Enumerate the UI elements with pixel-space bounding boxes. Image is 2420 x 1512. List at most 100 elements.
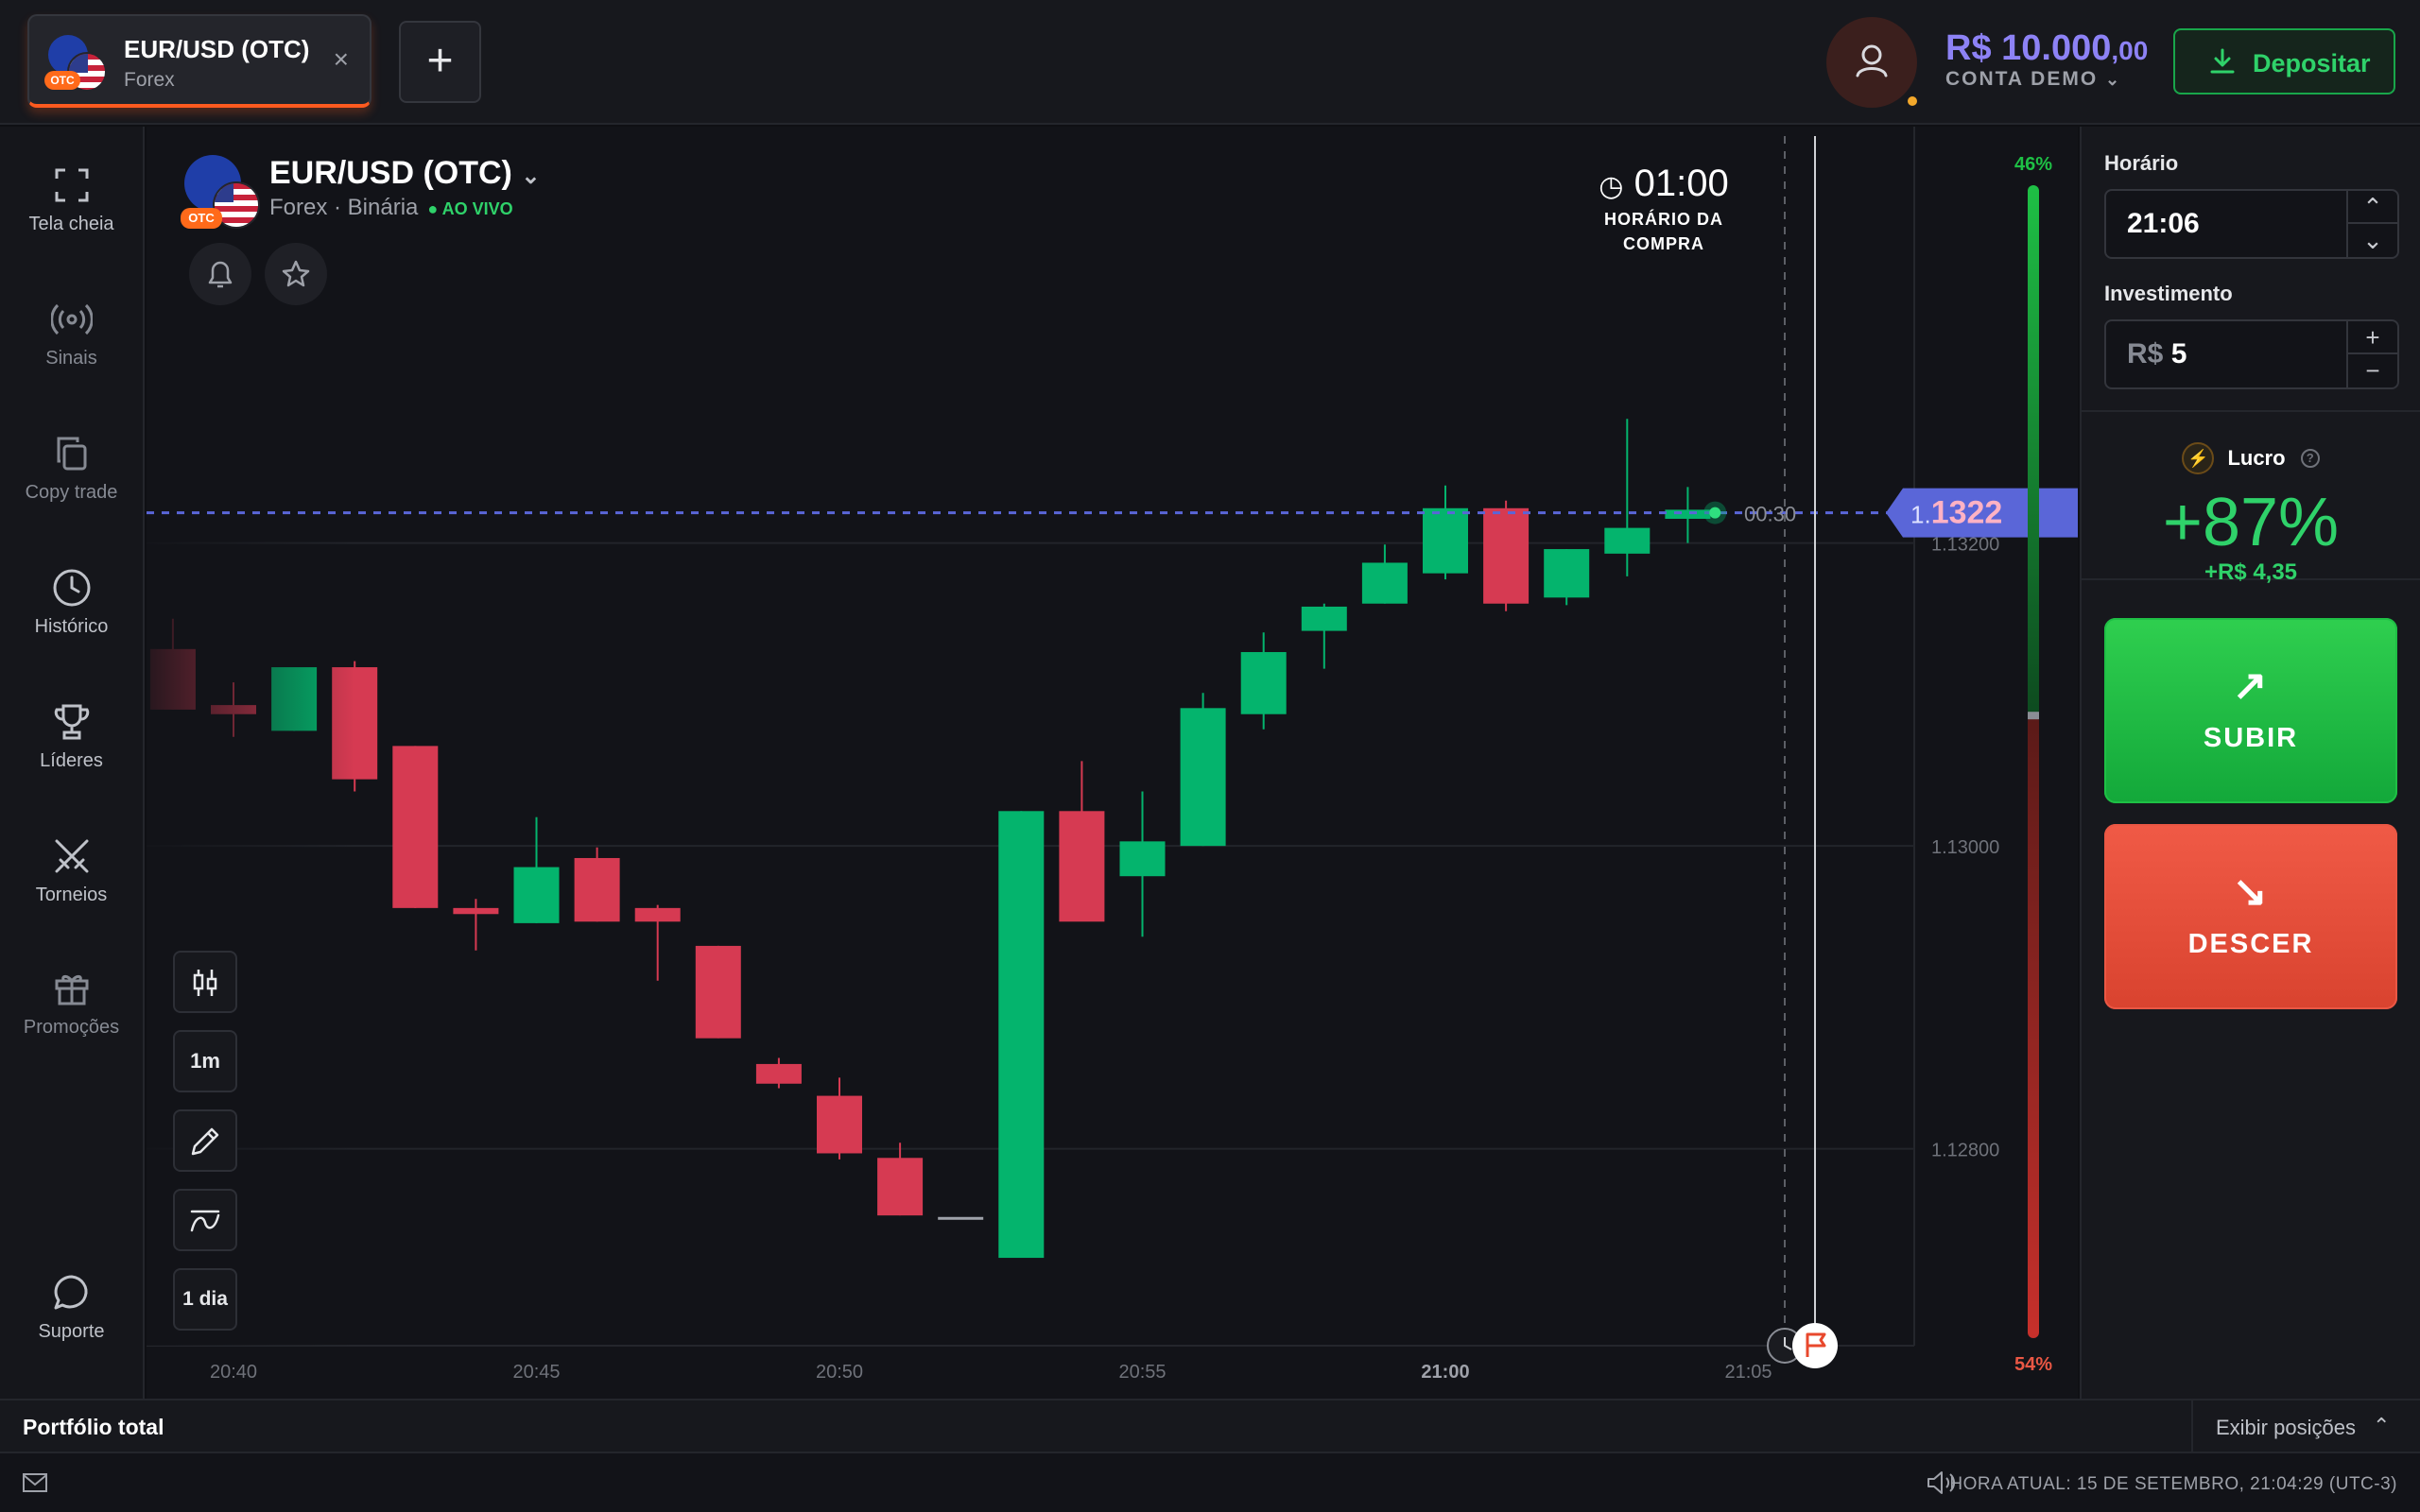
candle-body [1240, 652, 1287, 714]
current-price-label: 1.1322 [1910, 495, 2002, 531]
sidebar-item-fullscreen[interactable]: Tela cheia [0, 164, 143, 259]
currency-flags-icon: OTC [181, 155, 260, 231]
portfolio-title: Portfólio total [23, 1415, 164, 1439]
sidebar-item-promotions[interactable]: Promoções [0, 968, 143, 1062]
minus-icon[interactable]: − [2348, 354, 2397, 387]
candle-body [1423, 507, 1468, 574]
sidebar-item-leaders[interactable]: Líderes [0, 701, 143, 796]
sentiment-divider [2028, 712, 2039, 720]
sidebar-item-history[interactable]: Histórico [0, 567, 143, 662]
plus-icon[interactable]: + [2348, 321, 2397, 354]
purchase-time-value: 01:00 [1634, 163, 1729, 204]
candle-body [453, 907, 499, 915]
x-tick-label: 20:45 [512, 1362, 560, 1383]
investment-field[interactable]: R$ 5 + − [2104, 319, 2399, 389]
candle-body [998, 811, 1045, 1259]
sell-down-button[interactable]: ↘ DESCER [2104, 824, 2397, 1009]
balance-value: R$ 10.000 [1945, 28, 2112, 68]
profit-percentage: +87% [2162, 485, 2340, 560]
sidebar-item-tournaments[interactable]: Torneios [0, 835, 143, 930]
live-point [1709, 507, 1721, 519]
purchase-time-label: COMPRA [1623, 234, 1704, 253]
trade-panel: Horário 21:06 ⌃ ⌄ Investimento R$ 5 + − … [2080, 127, 2420, 1399]
timeframe-button[interactable]: 1m [173, 1030, 237, 1092]
time-field[interactable]: 21:06 ⌃ ⌄ [2104, 189, 2399, 259]
buy-up-button[interactable]: ↗ SUBIR [2104, 618, 2397, 803]
purchase-time-label: HORÁRIO DA [1604, 210, 1723, 229]
price-chart[interactable]: 1.13200 1.13000 1.12800 20:40 20:45 20:50 20:5… [147, 127, 2078, 1399]
drawing-tool-button[interactable] [173, 1109, 237, 1172]
profit-value: +R$ 4,35 [2204, 559, 2298, 585]
sidebar-item-label: Copy trade [25, 482, 118, 503]
candle-body [1119, 841, 1166, 877]
chart-market-type: Forex · Binária [269, 195, 419, 220]
candle-body [1665, 509, 1711, 519]
time-value: 21:06 [2127, 208, 2200, 239]
user-icon [1856, 44, 1888, 77]
y-tick-label: 1.12800 [1931, 1141, 1999, 1161]
portfolio-bar: Portfólio total Exibir posições ⌃ [0, 1399, 2420, 1453]
pencil-icon [191, 1127, 219, 1156]
help-icon[interactable]: ? [2300, 449, 2320, 468]
candle-body [877, 1158, 924, 1216]
chevron-down-icon: ⌄ [521, 163, 541, 189]
candle-body [1361, 562, 1408, 604]
candle-body [634, 907, 681, 922]
add-tab-button[interactable]: + [399, 21, 481, 103]
currency-flags-icon: OTC [44, 35, 107, 92]
mail-icon[interactable] [21, 1470, 49, 1495]
asset-tab[interactable]: OTC EUR/USD (OTC) Forex × [27, 14, 372, 108]
close-tab-icon[interactable]: × [334, 44, 349, 75]
investment-stepper: + − [2346, 321, 2397, 387]
otc-badge: OTC [44, 71, 80, 90]
trophy-icon [54, 704, 89, 740]
sidebar-item-support[interactable]: Suporte [0, 1272, 143, 1366]
candle-body [1544, 549, 1590, 598]
chart-asset-selector[interactable]: EUR/USD (OTC) ⌄ [269, 155, 540, 192]
balance[interactable]: R$ 10.000,00 [1945, 28, 2148, 69]
candle-body [755, 1063, 802, 1084]
candle-body [1180, 708, 1226, 847]
signal-icon [50, 303, 93, 335]
asset-tab-subtitle: Forex [124, 69, 175, 91]
avatar[interactable] [1826, 17, 1917, 108]
chevron-up-icon[interactable]: ⌃ [2348, 191, 2397, 224]
sidebar-item-signals[interactable]: Sinais [0, 299, 143, 393]
show-positions-button[interactable]: Exibir posições ⌃ [2191, 1400, 2420, 1453]
gift-icon [55, 974, 88, 1005]
x-tick-label: 21:00 [1421, 1362, 1469, 1383]
alert-button[interactable] [189, 243, 251, 305]
sentiment-up-label: 46% [2014, 154, 2052, 175]
buy-up-label: SUBIR [2203, 723, 2299, 753]
chat-icon [54, 1275, 87, 1310]
profit-box: ⚡ Lucro ? +87% +R$ 4,35 [2082, 410, 2420, 585]
favorite-button[interactable] [265, 243, 327, 305]
trading-app: OTC EUR/USD (OTC) Forex × + R$ 10.000,00… [0, 0, 2420, 1512]
range-button[interactable]: 1 dia [173, 1268, 237, 1331]
indicators-button[interactable] [173, 1189, 237, 1251]
candle-body [392, 746, 439, 908]
countdown-label: 00:30 [1744, 503, 1796, 526]
current-time: HORA ATUAL: 15 DE SETEMBRO, 21:04:29 (UT… [1949, 1474, 2397, 1494]
swords-icon [55, 839, 88, 873]
profit-label: Lucro [2227, 446, 2286, 470]
investment-value: 5 [2170, 338, 2187, 369]
asset-tab-title: EUR/USD (OTC) [124, 35, 310, 63]
candle-body [574, 857, 620, 922]
candle-body [695, 945, 741, 1039]
sidebar-item-label: Líderes [40, 750, 103, 771]
sidebar-item-copy-trade[interactable]: Copy trade [0, 433, 143, 527]
account-type-selector[interactable]: CONTA DEMO ⌄ [1945, 68, 2121, 91]
chart-type-button[interactable] [173, 951, 237, 1013]
timer-icon: ◷ [1599, 171, 1624, 202]
chevron-down-icon[interactable]: ⌄ [2348, 224, 2397, 257]
candle-body [938, 1216, 984, 1220]
chart-area[interactable]: 1.13200 1.13000 1.12800 20:40 20:45 20:50 20:5… [147, 127, 2078, 1399]
balance-cents: ,00 [2111, 36, 2149, 65]
sidebar-item-label: Sinais [45, 348, 97, 369]
status-bar: HORA ATUAL: 15 DE SETEMBRO, 21:04:29 (UT… [0, 1453, 2420, 1512]
sidebar-item-label: Suporte [38, 1321, 105, 1342]
investment-label: Investimento [2104, 282, 2233, 305]
arrow-down-right-icon: ↘ [2232, 868, 2270, 915]
deposit-button[interactable]: Depositar [2173, 28, 2395, 94]
